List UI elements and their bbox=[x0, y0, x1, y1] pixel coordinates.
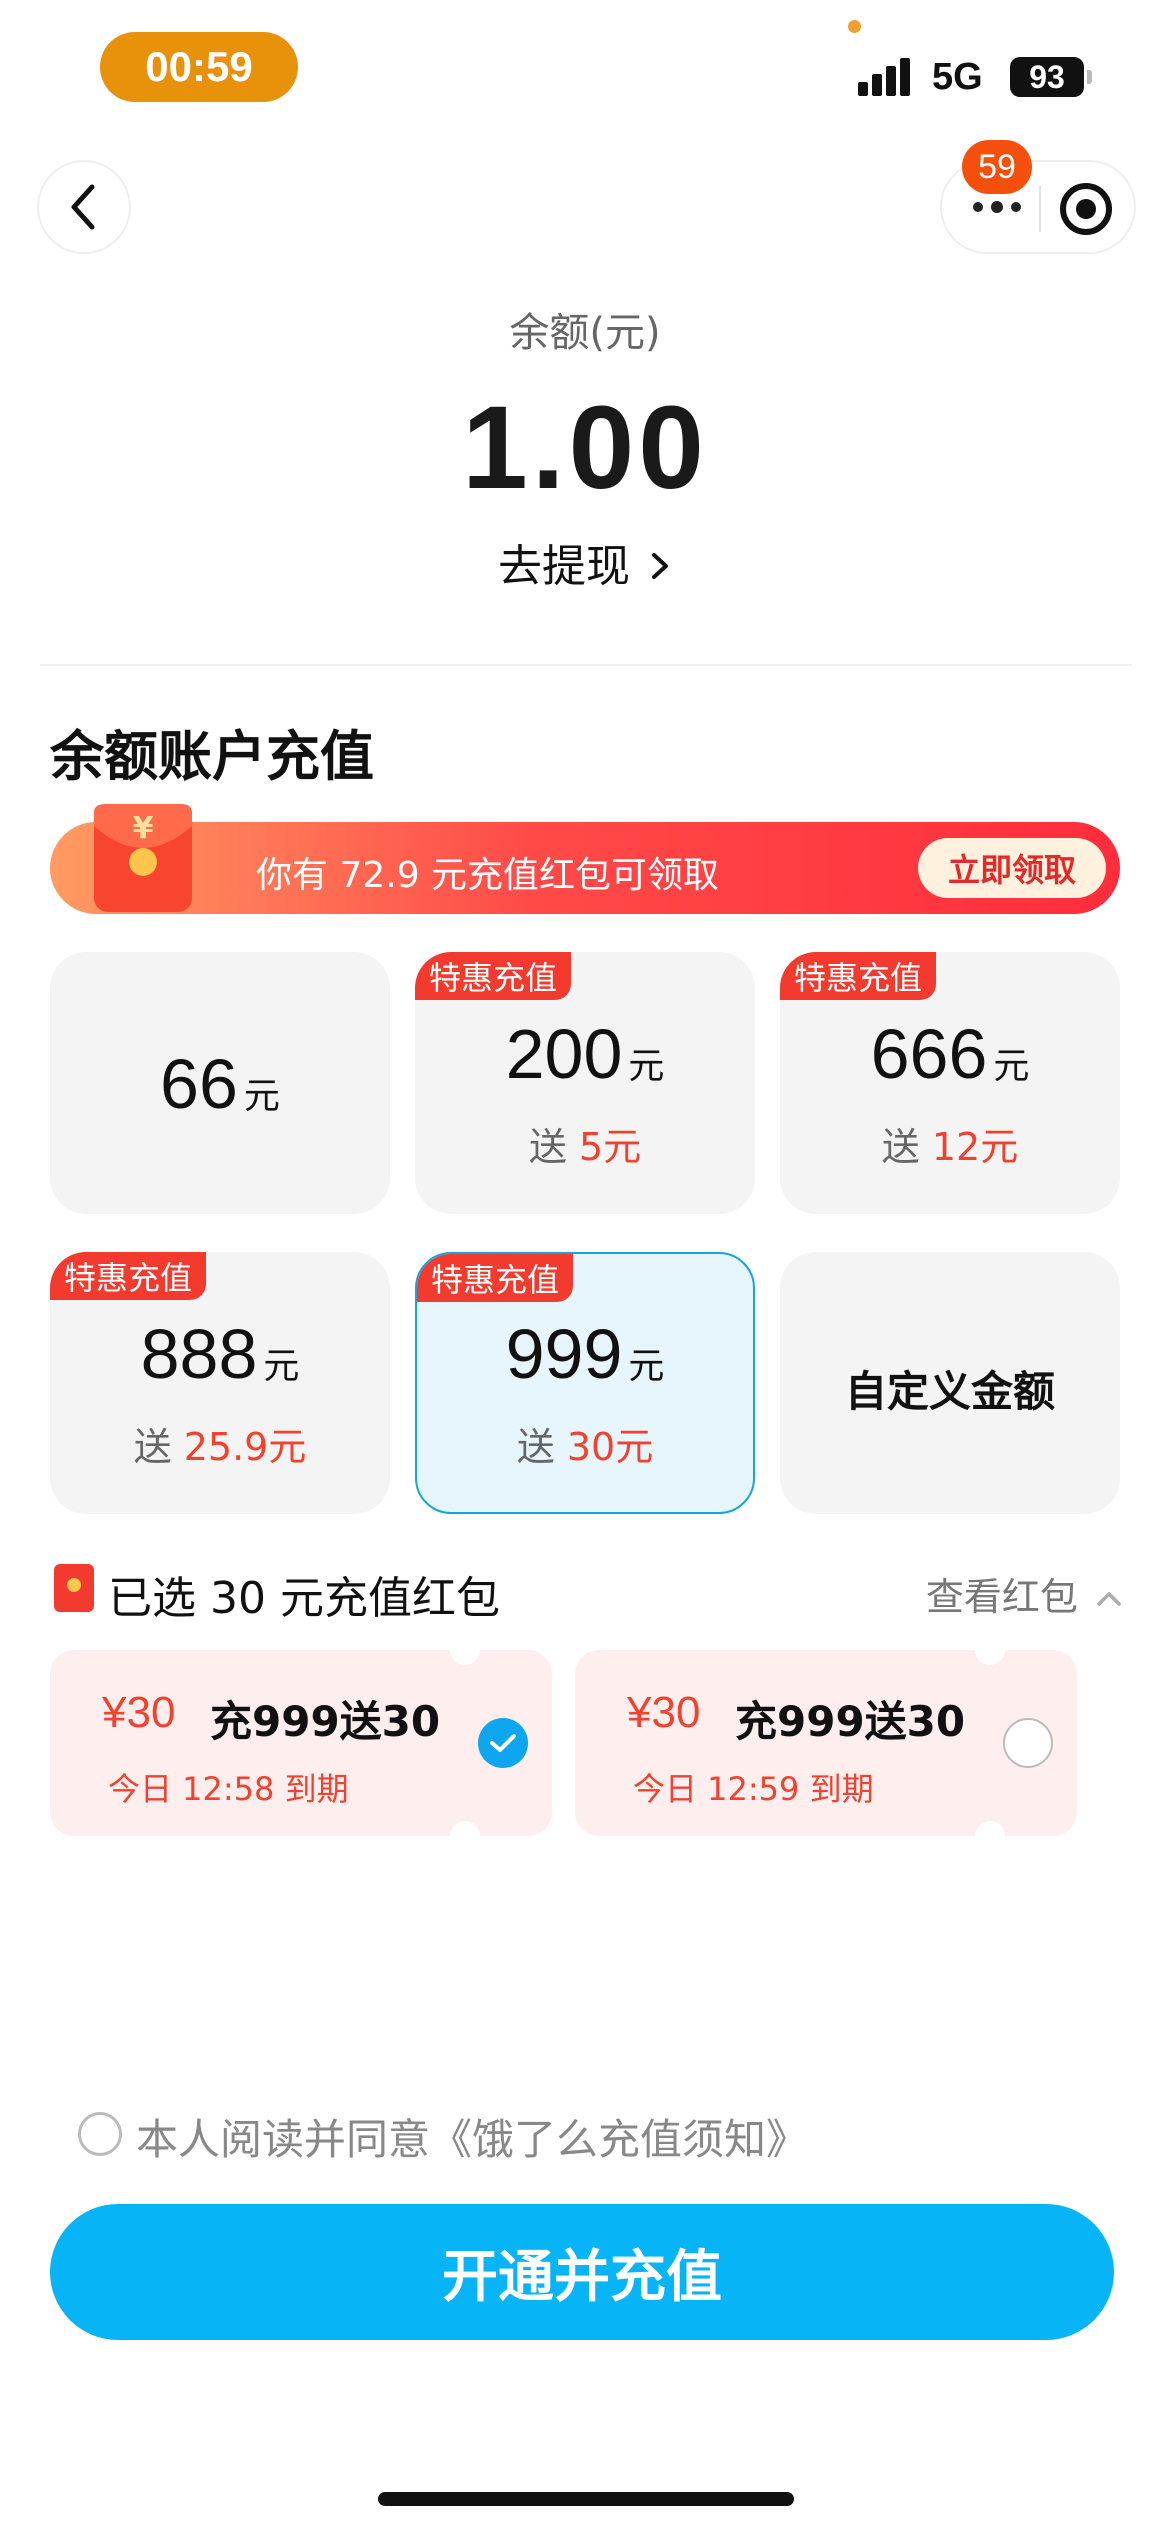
option-amount: 666 元 bbox=[870, 1015, 1030, 1093]
option-amount: 66 元 bbox=[160, 1045, 280, 1123]
view-coupons-label: 查看红包 bbox=[925, 1575, 1078, 1619]
view-coupons-link[interactable]: 查看红包 bbox=[926, 1566, 1124, 1621]
status-time: 00:59 bbox=[100, 32, 298, 102]
coupon-name: 充999送30 bbox=[210, 1697, 441, 1746]
open-and-recharge-button[interactable]: 开通并充值 bbox=[50, 2204, 1114, 2340]
recharge-option-200[interactable]: 特惠充值 200 元 送 5元 bbox=[415, 952, 755, 1214]
agreement-checkbox[interactable] bbox=[78, 2112, 122, 2156]
capsule-divider bbox=[1039, 186, 1041, 232]
custom-amount-label: 自定义金额 bbox=[844, 1367, 1055, 1416]
coupon-amount: ¥30 bbox=[102, 1688, 176, 1737]
battery-icon: 93 bbox=[1010, 57, 1084, 97]
section-title: 余额账户充值 bbox=[50, 725, 374, 788]
battery-level: 93 bbox=[1029, 58, 1065, 95]
option-amount: 200 元 bbox=[505, 1015, 665, 1093]
balance-value: 1.00 bbox=[462, 382, 708, 514]
recharge-option-custom[interactable]: 自定义金额 bbox=[780, 1252, 1120, 1514]
coupon-notch bbox=[975, 1635, 1005, 1665]
section-divider bbox=[40, 664, 1132, 666]
target-icon[interactable] bbox=[1060, 183, 1112, 235]
coupon-card[interactable]: ¥30 充999送30 今日 12:59 到期 bbox=[575, 1635, 1077, 1851]
network-type: 5G bbox=[932, 56, 983, 98]
svg-text:¥: ¥ bbox=[133, 811, 154, 846]
promo-tag: 特惠充值 bbox=[50, 1252, 207, 1300]
coupon-notch bbox=[450, 1635, 480, 1665]
coupon-amount: ¥30 bbox=[627, 1688, 701, 1737]
coupon-expiry: 今日 12:58 到期 bbox=[108, 1770, 349, 1808]
coupon-name: 充999送30 bbox=[735, 1697, 966, 1746]
red-envelope-icon: ¥ bbox=[94, 804, 192, 912]
coupon-header: 已选 30 元充值红包 查看红包 bbox=[54, 1556, 1124, 1624]
option-amount: 888 元 bbox=[140, 1315, 300, 1393]
coupon-checkbox-unchecked[interactable] bbox=[1003, 1718, 1053, 1768]
battery-cap bbox=[1087, 70, 1092, 84]
option-bonus: 送 25.9元 bbox=[133, 1425, 307, 1469]
chevron-left-icon bbox=[71, 184, 95, 230]
chevron-up-icon bbox=[1097, 1592, 1121, 1606]
agreement-text[interactable]: 本人阅读并同意《饿了么充值须知》 bbox=[136, 2106, 808, 2167]
option-bonus: 送 5元 bbox=[528, 1125, 642, 1169]
check-icon bbox=[490, 1734, 516, 1752]
banner-text: 你有 72.9 元充值红包可领取 bbox=[256, 855, 720, 896]
promo-tag: 特惠充值 bbox=[417, 1254, 574, 1302]
red-envelope-banner[interactable]: 你有 72.9 元充值红包可领取 立即领取 bbox=[50, 822, 1120, 914]
coupon-card[interactable]: ¥30 充999送30 今日 12:58 到期 bbox=[50, 1635, 552, 1851]
signal-icon bbox=[858, 58, 918, 96]
chevron-right-icon bbox=[652, 553, 668, 579]
promo-tag: 特惠充值 bbox=[415, 952, 572, 1000]
coupon-checkbox-checked[interactable] bbox=[478, 1718, 528, 1768]
back-button[interactable] bbox=[37, 160, 131, 254]
selected-coupon-text: 已选 30 元充值红包 bbox=[108, 1573, 500, 1624]
home-indicator bbox=[378, 2492, 794, 2506]
option-bonus: 送 12元 bbox=[881, 1125, 1019, 1169]
coupon-notch bbox=[450, 1821, 480, 1851]
claim-button[interactable]: 立即领取 bbox=[918, 838, 1106, 898]
recharge-option-999[interactable]: 特惠充值 999 元 送 30元 bbox=[415, 1252, 755, 1514]
option-bonus: 送 30元 bbox=[516, 1425, 654, 1469]
promo-tag: 特惠充值 bbox=[780, 952, 937, 1000]
recharge-option-66[interactable]: 66 元 bbox=[50, 952, 390, 1214]
coupon-expiry: 今日 12:59 到期 bbox=[633, 1770, 874, 1808]
coupon-notch bbox=[975, 1821, 1005, 1851]
withdraw-link[interactable]: 去提现 bbox=[0, 530, 1170, 594]
balance-label: 余额(元) bbox=[509, 310, 661, 356]
recharge-option-888[interactable]: 特惠充值 888 元 送 25.9元 bbox=[50, 1252, 390, 1514]
notification-badge: 59 bbox=[962, 140, 1032, 194]
withdraw-label: 去提现 bbox=[498, 541, 630, 592]
option-amount: 999 元 bbox=[505, 1315, 665, 1393]
red-envelope-icon bbox=[54, 1564, 94, 1612]
privacy-indicator-dot bbox=[848, 20, 861, 33]
recharge-option-666[interactable]: 特惠充值 666 元 送 12元 bbox=[780, 952, 1120, 1214]
